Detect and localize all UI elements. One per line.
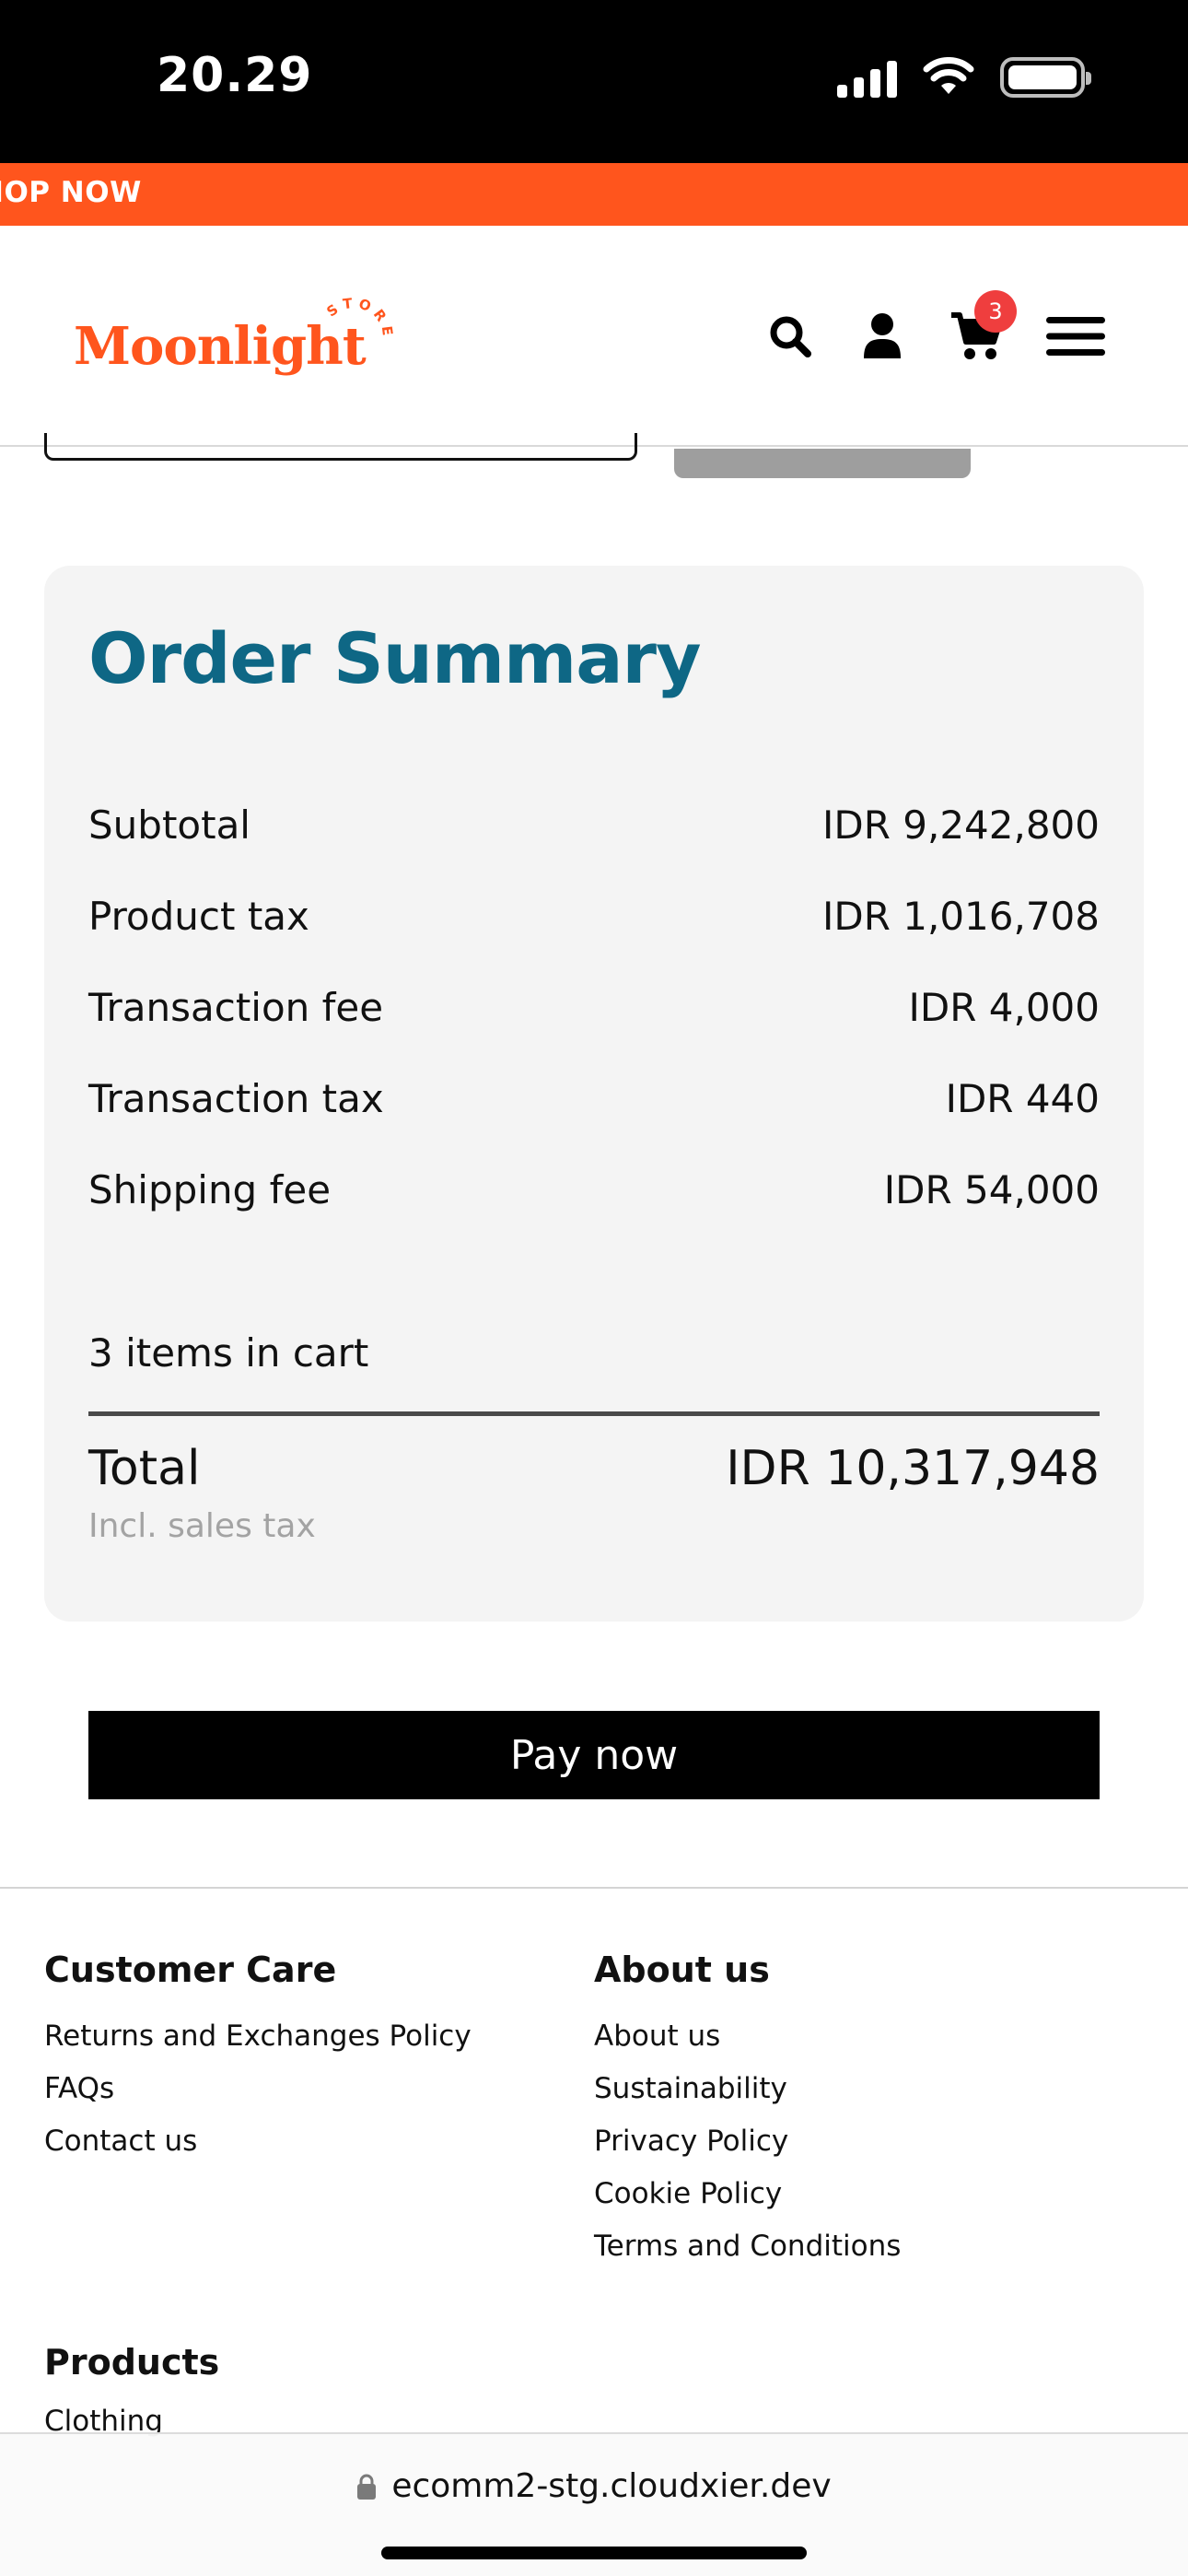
footer-link-contact-us[interactable]: Contact us xyxy=(44,2115,472,2168)
footer-heading-customer-care: Customer Care xyxy=(44,1950,337,1990)
footer-customer-care: Customer Care Returns and Exchanges Poli… xyxy=(44,1950,472,2168)
footer-divider xyxy=(0,1887,1188,1889)
summary-row-subtotal: Subtotal IDR 9,242,800 xyxy=(88,779,1100,871)
footer-heading-products: Products xyxy=(44,2342,220,2383)
summary-label: Product tax xyxy=(88,894,309,939)
status-time: 20.29 xyxy=(157,48,313,103)
summary-label: Subtotal xyxy=(88,802,250,848)
summary-rows: Subtotal IDR 9,242,800 Product tax IDR 1… xyxy=(88,779,1100,1235)
items-in-cart-count: 3 items in cart xyxy=(88,1330,369,1376)
footer-products: Products Clothing xyxy=(44,2342,219,2440)
promo-banner[interactable]: HOP NOW xyxy=(0,163,1188,226)
menu-button[interactable] xyxy=(1039,307,1112,366)
account-button[interactable] xyxy=(853,307,912,366)
url-text[interactable]: ecomm2-stg.cloudxier.dev xyxy=(391,2467,831,2505)
order-summary-card: Order Summary Subtotal IDR 9,242,800 Pro… xyxy=(44,566,1144,1622)
order-summary-title: Order Summary xyxy=(88,617,702,699)
hamburger-menu-icon xyxy=(1046,317,1105,356)
total-label: Total xyxy=(88,1441,201,1496)
summary-value: IDR 9,242,800 xyxy=(821,802,1100,848)
logo-store-text: STORE xyxy=(323,295,391,342)
search-button[interactable] xyxy=(761,307,820,366)
url-wrap[interactable]: ecomm2-stg.cloudxier.dev xyxy=(0,2467,1188,2505)
summary-label: Transaction tax xyxy=(88,1076,384,1121)
search-icon xyxy=(770,316,811,357)
battery-icon xyxy=(1000,57,1091,98)
footer-heading-about-us: About us xyxy=(594,1950,770,1990)
summary-row-transaction-tax: Transaction tax IDR 440 xyxy=(88,1053,1100,1144)
summary-value: IDR 1,016,708 xyxy=(821,894,1100,939)
footer-link-cookie-policy[interactable]: Cookie Policy xyxy=(594,2168,901,2220)
cart-button[interactable]: 3 xyxy=(947,290,1017,366)
browser-address-bar[interactable]: ecomm2-stg.cloudxier.dev xyxy=(0,2432,1188,2576)
footer-link-sustainability[interactable]: Sustainability xyxy=(594,2063,901,2115)
partial-input-field[interactable] xyxy=(44,433,637,461)
footer-link-terms[interactable]: Terms and Conditions xyxy=(594,2220,901,2273)
summary-row-product-tax: Product tax IDR 1,016,708 xyxy=(88,871,1100,962)
summary-value: IDR 54,000 xyxy=(883,1167,1100,1212)
store-logo[interactable]: Moonlight STORE xyxy=(74,290,405,392)
status-icons xyxy=(837,57,1091,98)
cellular-signal-icon xyxy=(837,57,897,98)
summary-row-shipping-fee: Shipping fee IDR 54,000 xyxy=(88,1144,1100,1235)
footer-link-returns-policy[interactable]: Returns and Exchanges Policy xyxy=(44,2010,472,2063)
summary-value: IDR 4,000 xyxy=(908,985,1101,1030)
summary-label: Shipping fee xyxy=(88,1167,332,1212)
footer-link-privacy-policy[interactable]: Privacy Policy xyxy=(594,2115,901,2168)
site-header: Moonlight STORE 3 xyxy=(0,226,1188,447)
svg-text:STORE: STORE xyxy=(323,295,396,342)
cart-count-badge: 3 xyxy=(974,290,1017,333)
footer-about-us: About us About us Sustainability Privacy… xyxy=(594,1950,901,2273)
total-value: IDR 10,317,948 xyxy=(726,1441,1100,1496)
footer-link-faqs[interactable]: FAQs xyxy=(44,2063,472,2115)
partial-apply-button[interactable] xyxy=(674,449,971,478)
sales-tax-note: Incl. sales tax xyxy=(88,1507,316,1545)
summary-value: IDR 440 xyxy=(945,1076,1100,1121)
status-bar: 20.29 xyxy=(0,0,1188,163)
promo-text: HOP NOW xyxy=(0,176,142,209)
lock-icon xyxy=(357,2474,377,2500)
user-icon xyxy=(864,313,901,358)
summary-row-transaction-fee: Transaction fee IDR 4,000 xyxy=(88,962,1100,1053)
footer-link-about-us[interactable]: About us xyxy=(594,2010,901,2063)
summary-label: Transaction fee xyxy=(88,985,384,1030)
total-divider xyxy=(88,1411,1100,1416)
logo-store-arc: STORE xyxy=(323,295,396,342)
home-indicator[interactable] xyxy=(381,2547,807,2559)
pay-now-button[interactable]: Pay now xyxy=(88,1711,1100,1799)
wifi-icon xyxy=(923,57,974,94)
